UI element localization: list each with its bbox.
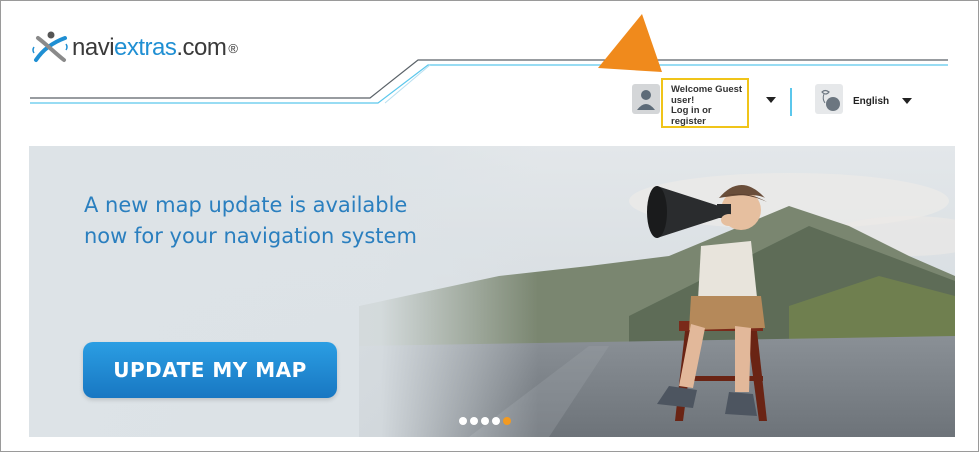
hero-banner: A new map update is available now for yo…: [29, 146, 955, 437]
hero-headline: A new map update is available now for yo…: [84, 190, 417, 252]
language-caret-down-icon[interactable]: [902, 98, 912, 104]
carousel-dot-5[interactable]: [503, 417, 511, 425]
header-divider: [790, 88, 792, 116]
update-my-map-button[interactable]: UPDATE MY MAP: [83, 342, 337, 398]
carousel-dot-1[interactable]: [459, 417, 467, 425]
language-selector[interactable]: English: [853, 96, 889, 107]
hero-headline-line-1: A new map update is available: [84, 193, 408, 217]
account-login-link[interactable]: Welcome Guest user! Log in or register: [661, 78, 749, 128]
carousel-dot-2[interactable]: [470, 417, 478, 425]
login-register-link[interactable]: Log in or register: [671, 105, 747, 127]
carousel-dot-4[interactable]: [492, 417, 500, 425]
hero-headline-line-2: now for your navigation system: [84, 224, 417, 248]
carousel-dot-3[interactable]: [481, 417, 489, 425]
welcome-line-1: Welcome Guest: [671, 84, 743, 95]
carousel-indicators: [459, 417, 511, 425]
globe-icon[interactable]: [815, 84, 843, 114]
account-caret-down-icon[interactable]: [766, 97, 776, 103]
user-avatar-icon[interactable]: [632, 84, 660, 114]
annotation-arrow: [598, 14, 662, 72]
